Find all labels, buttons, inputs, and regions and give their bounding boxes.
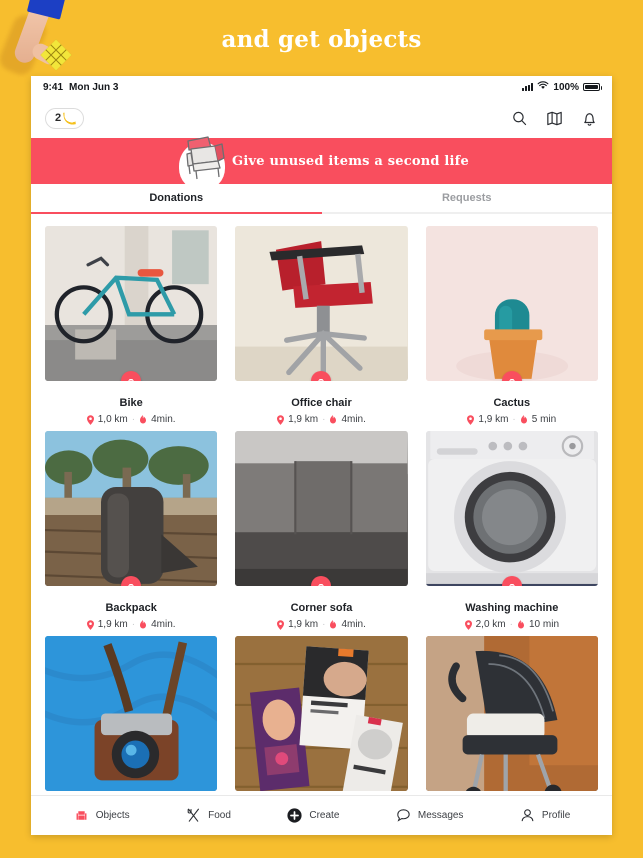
nav-label: Objects bbox=[95, 810, 130, 821]
item-title: Cactus bbox=[493, 397, 531, 409]
item-thumbnail[interactable] bbox=[45, 226, 218, 381]
item-meta: 2,0 km · 10 min bbox=[464, 619, 559, 630]
item-title: Office chair bbox=[291, 397, 352, 409]
item-distance: 1,9 km bbox=[97, 619, 128, 630]
item-distance: 1,9 km bbox=[478, 414, 509, 425]
item-distance: 1,9 km bbox=[288, 414, 319, 425]
item-distance: 2,0 km bbox=[475, 619, 506, 630]
banner-text: Give unused items a second life bbox=[232, 153, 469, 169]
tab-requests[interactable]: Requests bbox=[321, 184, 612, 214]
item-card[interactable]: Cactus 1,9 km · 5 min bbox=[425, 226, 598, 425]
item-time: 4min. bbox=[341, 619, 366, 630]
nav-item-create[interactable]: Create bbox=[286, 807, 339, 824]
time-flame-icon bbox=[520, 414, 527, 423]
time-flame-icon bbox=[517, 619, 524, 628]
promo-headline: and get objects bbox=[221, 26, 422, 53]
tab-bar: Donations Requests bbox=[31, 184, 612, 214]
app-top-bar: 2 bbox=[31, 98, 612, 138]
armchair-icon bbox=[73, 807, 90, 824]
tab-donations[interactable]: Donations bbox=[31, 184, 322, 214]
item-meta: 1,9 km · 5 min bbox=[467, 414, 556, 425]
item-time: 4min. bbox=[151, 414, 176, 425]
status-bar: 9:41 Mon Jun 3 100% bbox=[31, 76, 612, 98]
time-flame-icon bbox=[330, 414, 337, 423]
item-thumbnail[interactable] bbox=[235, 636, 408, 791]
coin-balance-badge[interactable]: 2 bbox=[45, 107, 85, 129]
item-thumbnail[interactable] bbox=[235, 226, 408, 381]
item-title: Corner sofa bbox=[290, 602, 353, 614]
nav-label: Create bbox=[309, 810, 340, 821]
map-icon[interactable] bbox=[546, 110, 563, 127]
location-pin-icon bbox=[277, 619, 285, 630]
location-pin-icon bbox=[86, 619, 94, 630]
cutlery-icon bbox=[185, 807, 202, 824]
time-flame-icon bbox=[140, 414, 147, 423]
bell-icon[interactable] bbox=[581, 110, 598, 127]
armchair-illustration bbox=[171, 130, 233, 190]
item-card[interactable]: Washing machine 2,0 km · 10 min bbox=[425, 431, 598, 630]
battery-icon bbox=[583, 83, 602, 91]
items-feed: Bike 1,0 km · 4min. Office chair 1,9 km … bbox=[31, 214, 612, 795]
bottom-navigation: Objects Food Create Messages Profile bbox=[31, 795, 612, 835]
wifi-icon bbox=[537, 81, 549, 93]
nav-label: Profile bbox=[541, 810, 571, 821]
item-thumbnail[interactable] bbox=[425, 431, 598, 586]
item-card[interactable] bbox=[425, 636, 598, 791]
device-frame: 9:41 Mon Jun 3 100% 2 Give unused items … bbox=[31, 76, 612, 835]
banana-coin-icon bbox=[63, 110, 76, 126]
chat-bubble-icon bbox=[395, 807, 412, 824]
item-title: Washing machine bbox=[465, 602, 559, 614]
location-pin-icon bbox=[86, 414, 94, 425]
item-card[interactable]: Backpack 1,9 km · 4min. bbox=[45, 431, 218, 630]
item-thumbnail[interactable] bbox=[45, 636, 218, 791]
item-card[interactable] bbox=[235, 636, 408, 791]
item-card[interactable]: Office chair 1,9 km · 4min. bbox=[235, 226, 408, 425]
item-distance: 1,9 km bbox=[288, 619, 319, 630]
time-flame-icon bbox=[140, 619, 147, 628]
item-meta: 1,9 km · 4min. bbox=[277, 414, 366, 425]
item-time: 5 min bbox=[531, 414, 557, 425]
item-thumbnail[interactable] bbox=[425, 636, 598, 791]
person-icon bbox=[519, 807, 536, 824]
item-thumbnail[interactable] bbox=[235, 431, 408, 586]
search-icon[interactable] bbox=[511, 110, 528, 127]
nav-item-food[interactable]: Food bbox=[185, 807, 231, 824]
item-title: Backpack bbox=[105, 602, 157, 614]
item-meta: 1,0 km · 4min. bbox=[86, 414, 176, 425]
item-meta: 1,9 km · 4min. bbox=[277, 619, 366, 630]
item-meta: 1,9 km · 4min. bbox=[86, 619, 176, 630]
battery-percent: 100% bbox=[553, 81, 579, 93]
item-title: Bike bbox=[119, 397, 143, 409]
plus-circle-icon bbox=[286, 807, 303, 824]
promo-banner[interactable]: Give unused items a second life bbox=[31, 136, 612, 190]
time-flame-icon bbox=[330, 619, 337, 628]
nav-item-objects[interactable]: Objects bbox=[73, 807, 130, 824]
cellular-signal-icon bbox=[522, 83, 534, 91]
coin-count: 2 bbox=[55, 112, 62, 124]
item-card[interactable]: Corner sofa 1,9 km · 4min. bbox=[235, 431, 408, 630]
item-time: 4min. bbox=[341, 414, 366, 425]
location-pin-icon bbox=[464, 619, 472, 630]
item-time: 4min. bbox=[151, 619, 176, 630]
location-pin-icon bbox=[467, 414, 475, 425]
item-thumbnail[interactable] bbox=[45, 431, 218, 586]
item-thumbnail[interactable] bbox=[425, 226, 598, 381]
items-grid: Bike 1,0 km · 4min. Office chair 1,9 km … bbox=[45, 226, 598, 795]
status-date: Mon Jun 3 bbox=[69, 81, 119, 93]
status-time: 9:41 bbox=[43, 81, 64, 93]
item-distance: 1,0 km bbox=[97, 414, 128, 425]
location-pin-icon bbox=[277, 414, 285, 425]
nav-item-messages[interactable]: Messages bbox=[395, 807, 464, 824]
nav-label: Messages bbox=[417, 810, 464, 821]
nav-label: Food bbox=[208, 810, 231, 821]
nav-item-profile[interactable]: Profile bbox=[519, 807, 570, 824]
item-time: 10 min bbox=[528, 619, 559, 630]
item-card[interactable] bbox=[45, 636, 218, 791]
item-card[interactable]: Bike 1,0 km · 4min. bbox=[45, 226, 218, 425]
